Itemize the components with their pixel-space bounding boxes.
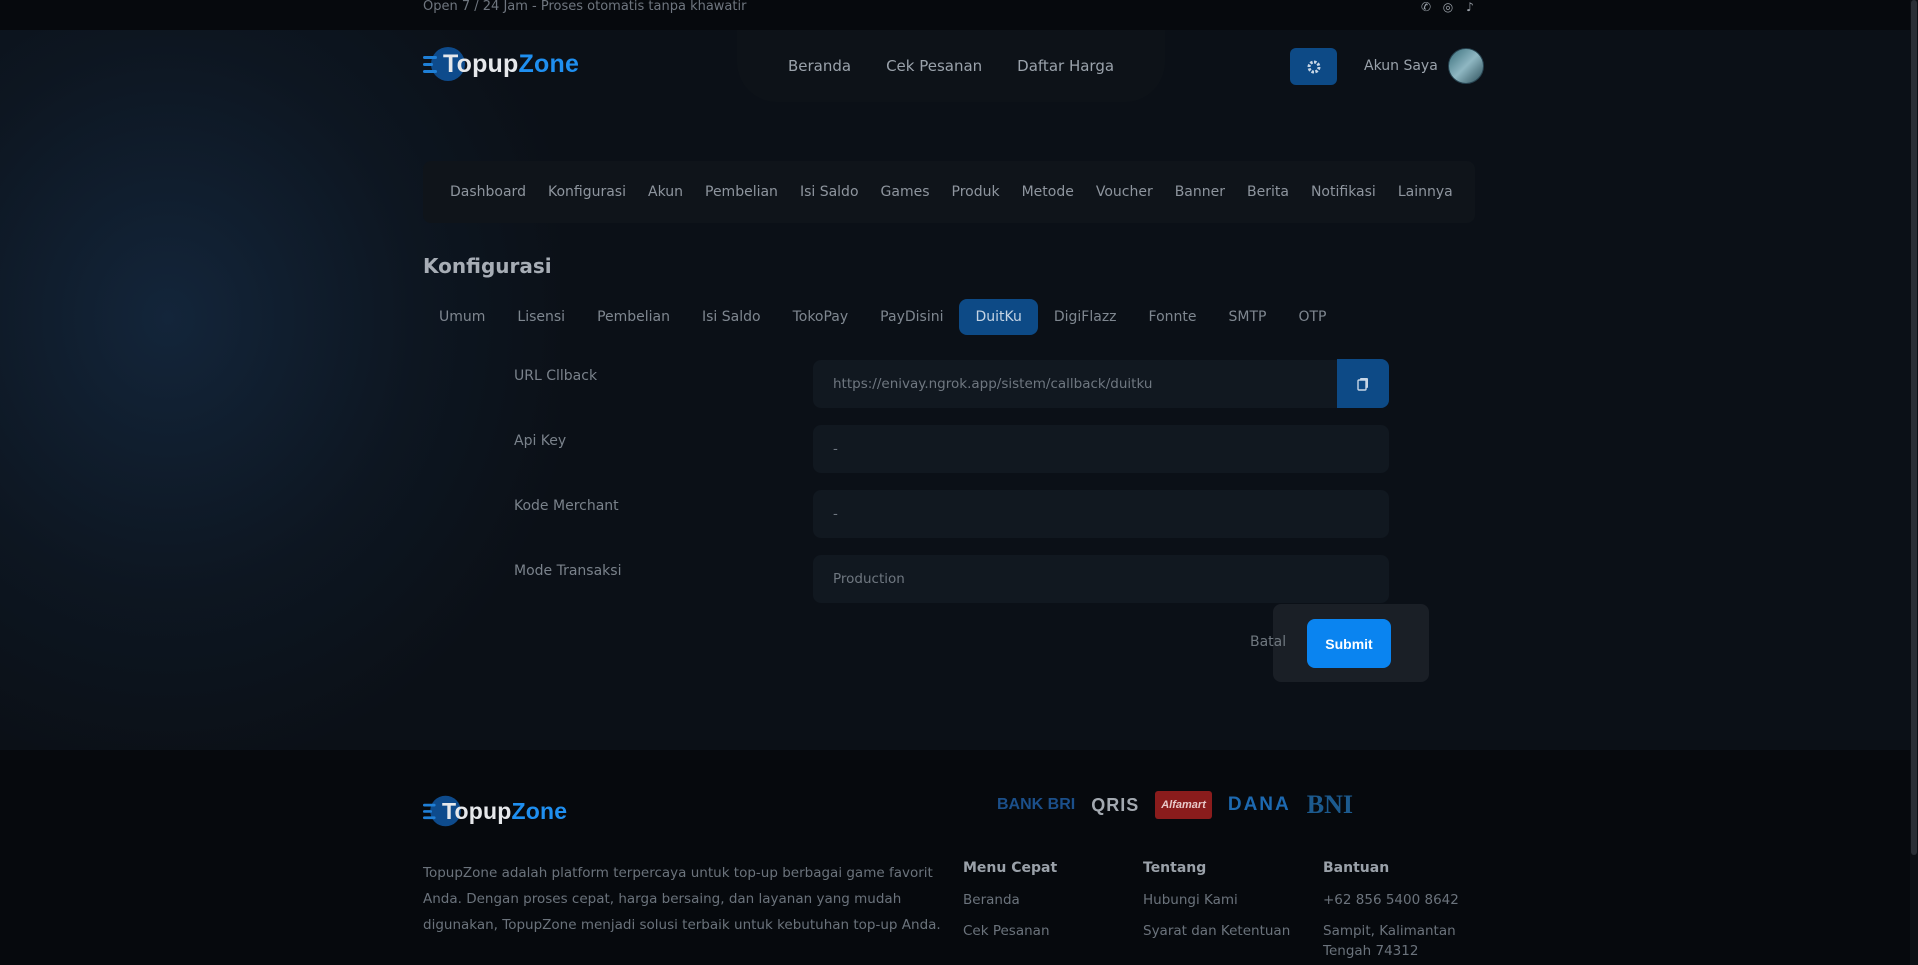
footer-col-title: Bantuan — [1323, 860, 1390, 876]
cancel-button[interactable]: Batal — [1250, 634, 1286, 650]
logo-wordmark: TopupZone — [443, 49, 580, 78]
admin-nav-banner[interactable]: Banner — [1175, 184, 1225, 200]
form-row-transaction-mode: Mode Transaksi Production — [514, 555, 1389, 611]
open-hours-text: Open 7 / 24 Jam - Proses otomatis tanpa … — [423, 0, 747, 14]
submit-button[interactable]: Submit — [1307, 619, 1391, 668]
admin-nav: Dashboard Konfigurasi Akun Pembelian Isi… — [423, 161, 1475, 223]
page-title: Konfigurasi — [423, 254, 552, 278]
footer-link-beranda[interactable]: Beranda — [963, 890, 1057, 910]
site-footer: TopupZone BANK BRI QRIS Alfamart DANA BN… — [0, 750, 1918, 965]
admin-nav-games[interactable]: Games — [881, 184, 930, 200]
whatsapp-icon[interactable]: ✆ — [1419, 0, 1433, 14]
admin-nav-berita[interactable]: Berita — [1247, 184, 1289, 200]
admin-nav-dashboard[interactable]: Dashboard — [450, 184, 526, 200]
settings-button[interactable] — [1290, 48, 1337, 85]
footer-link-hubungi-kami[interactable]: Hubungi Kami — [1143, 890, 1290, 910]
form-row-api-key: Api Key - — [514, 425, 1389, 481]
nav-beranda[interactable]: Beranda — [788, 57, 851, 75]
config-tabs: Umum Lisensi Pembelian Isi Saldo TokoPay… — [423, 299, 1342, 335]
social-links: ✆ ◎ ♪ — [1419, 0, 1477, 14]
footer-col-bantuan: Bantuan +62 856 5400 8642 Sampit, Kalima… — [1323, 860, 1473, 965]
site-header: TopupZone Beranda Cek Pesanan Daftar Har… — [0, 30, 1918, 105]
footer-description: TopupZone adalah platform terpercaya unt… — [423, 865, 941, 933]
api-key-field[interactable]: - — [813, 425, 1389, 473]
tab-digiflazz[interactable]: DigiFlazz — [1038, 299, 1133, 335]
page-scrollbar[interactable] — [1910, 0, 1918, 965]
top-info-bar: Open 7 / 24 Jam - Proses otomatis tanpa … — [0, 0, 1918, 30]
form-row-merchant-code: Kode Merchant - — [514, 490, 1389, 546]
tab-otp[interactable]: OTP — [1282, 299, 1342, 335]
instagram-icon[interactable]: ◎ — [1441, 0, 1455, 14]
footer-col-tentang: Tentang Hubungi Kami Syarat dan Ketentua… — [1143, 860, 1290, 952]
payment-methods: BANK BRI QRIS Alfamart DANA BNI — [997, 790, 1353, 820]
footer-phone[interactable]: +62 856 5400 8642 — [1323, 890, 1473, 910]
merchant-code-label: Kode Merchant — [514, 498, 619, 514]
admin-nav-notifikasi[interactable]: Notifikasi — [1311, 184, 1376, 200]
admin-nav-produk[interactable]: Produk — [952, 184, 1000, 200]
admin-nav-konfigurasi[interactable]: Konfigurasi — [548, 184, 626, 200]
footer-col-menu-cepat: Menu Cepat Beranda Cek Pesanan — [963, 860, 1057, 952]
copy-icon — [1357, 377, 1368, 391]
nav-daftar-harga[interactable]: Daftar Harga — [1017, 57, 1114, 75]
tab-smtp[interactable]: SMTP — [1213, 299, 1283, 335]
footer-address: Sampit, Kalimantan Tengah 74312 — [1323, 923, 1456, 959]
scrollbar-thumb[interactable] — [1911, 0, 1917, 855]
bank-bri-logo: BANK BRI — [997, 796, 1076, 813]
tab-lisensi[interactable]: Lisensi — [501, 299, 581, 335]
account-label: Akun Saya — [1364, 58, 1438, 74]
callback-url-label: URL Cllback — [514, 368, 598, 384]
nav-cek-pesanan[interactable]: Cek Pesanan — [886, 57, 982, 75]
tab-fonnte[interactable]: Fonnte — [1133, 299, 1213, 335]
footer-logo[interactable]: TopupZone — [423, 794, 567, 828]
api-key-label: Api Key — [514, 433, 567, 449]
site-logo[interactable]: TopupZone — [423, 47, 579, 81]
background-glow — [0, 30, 560, 750]
footer-logo-wordmark: TopupZone — [442, 797, 568, 824]
bni-logo: BNI — [1306, 790, 1353, 819]
footer-col-title: Menu Cepat — [963, 860, 1058, 876]
tab-pembelian[interactable]: Pembelian — [581, 299, 686, 335]
tab-tokopay[interactable]: TokoPay — [777, 299, 865, 335]
footer-col-title: Tentang — [1143, 860, 1207, 876]
gear-icon — [1307, 60, 1320, 73]
copy-button[interactable] — [1337, 359, 1389, 408]
footer-link-syarat[interactable]: Syarat dan Ketentuan — [1143, 921, 1290, 941]
qris-logo: QRIS — [1091, 794, 1140, 815]
tab-duitku[interactable]: DuitKu — [959, 299, 1038, 335]
admin-nav-pembelian[interactable]: Pembelian — [705, 184, 778, 200]
tiktok-icon[interactable]: ♪ — [1463, 0, 1477, 14]
transaction-mode-select[interactable]: Production — [813, 555, 1389, 603]
footer-link-cek-pesanan[interactable]: Cek Pesanan — [963, 921, 1057, 941]
merchant-code-field[interactable]: - — [813, 490, 1389, 538]
account-menu[interactable]: Akun Saya — [1364, 48, 1484, 84]
dana-logo: DANA — [1227, 794, 1291, 815]
callback-url-field[interactable]: https://enivay.ngrok.app/sistem/callback… — [813, 360, 1338, 408]
admin-nav-akun[interactable]: Akun — [648, 184, 683, 200]
admin-nav-voucher[interactable]: Voucher — [1096, 184, 1153, 200]
main-nav: Beranda Cek Pesanan Daftar Harga — [737, 30, 1165, 102]
tab-umum[interactable]: Umum — [423, 299, 501, 335]
transaction-mode-label: Mode Transaksi — [514, 563, 622, 579]
form-row-callback-url: URL Cllback https://enivay.ngrok.app/sis… — [514, 360, 1389, 416]
tab-paydisini[interactable]: PayDisini — [864, 299, 959, 335]
admin-nav-metode[interactable]: Metode — [1022, 184, 1074, 200]
tab-isi-saldo[interactable]: Isi Saldo — [686, 299, 777, 335]
avatar[interactable] — [1447, 48, 1484, 84]
admin-nav-lainnya[interactable]: Lainnya — [1398, 184, 1453, 200]
alfamart-logo: Alfamart — [1155, 791, 1212, 819]
admin-nav-isi-saldo[interactable]: Isi Saldo — [800, 184, 859, 200]
